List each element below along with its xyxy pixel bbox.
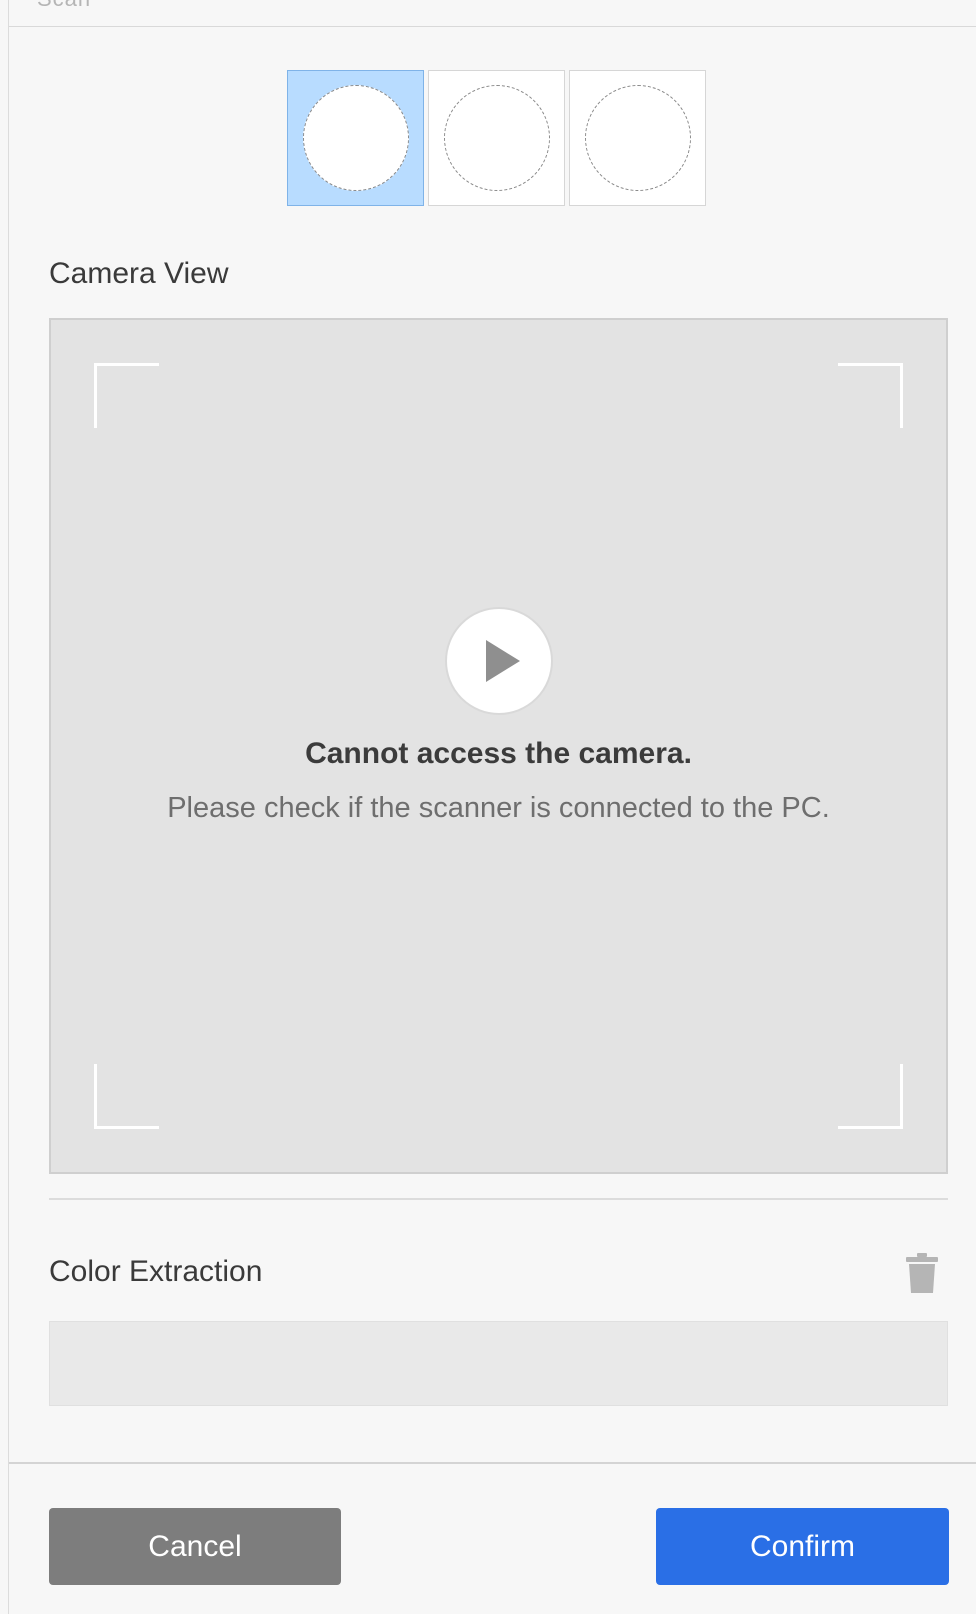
frame-corner-top-left (94, 363, 159, 428)
footer-divider (9, 1462, 976, 1464)
circle-shape-icon (443, 85, 550, 191)
color-extraction-label: Color Extraction (49, 1255, 263, 1288)
frame-corner-bottom-left (94, 1064, 159, 1129)
dialog-title: Scan (37, 0, 91, 12)
camera-error-title: Cannot access the camera. (305, 737, 692, 770)
circle-shape-icon (584, 85, 691, 191)
left-border (8, 0, 9, 1614)
color-extraction-field[interactable] (49, 1321, 948, 1406)
shape-option-1[interactable] (287, 70, 424, 206)
circle-shape-icon (302, 85, 409, 191)
shape-option-2[interactable] (428, 70, 565, 206)
frame-corner-bottom-right (838, 1064, 903, 1129)
confirm-button[interactable]: Confirm (656, 1508, 949, 1585)
trash-icon[interactable] (905, 1252, 939, 1294)
dialog-header: Scan (9, 0, 976, 27)
camera-error-message: Please check if the scanner is connected… (167, 792, 830, 824)
shape-selector (287, 70, 710, 208)
camera-view: Cannot access the camera. Please check i… (49, 318, 948, 1174)
shape-option-3[interactable] (569, 70, 706, 206)
play-icon (486, 640, 520, 682)
dialog: Scan Camera View Cannot access the camer… (0, 0, 976, 1614)
frame-corner-top-right (838, 363, 903, 428)
camera-view-label: Camera View (49, 257, 229, 290)
section-divider (49, 1198, 948, 1200)
cancel-button[interactable]: Cancel (49, 1508, 341, 1585)
play-button[interactable] (445, 607, 553, 715)
